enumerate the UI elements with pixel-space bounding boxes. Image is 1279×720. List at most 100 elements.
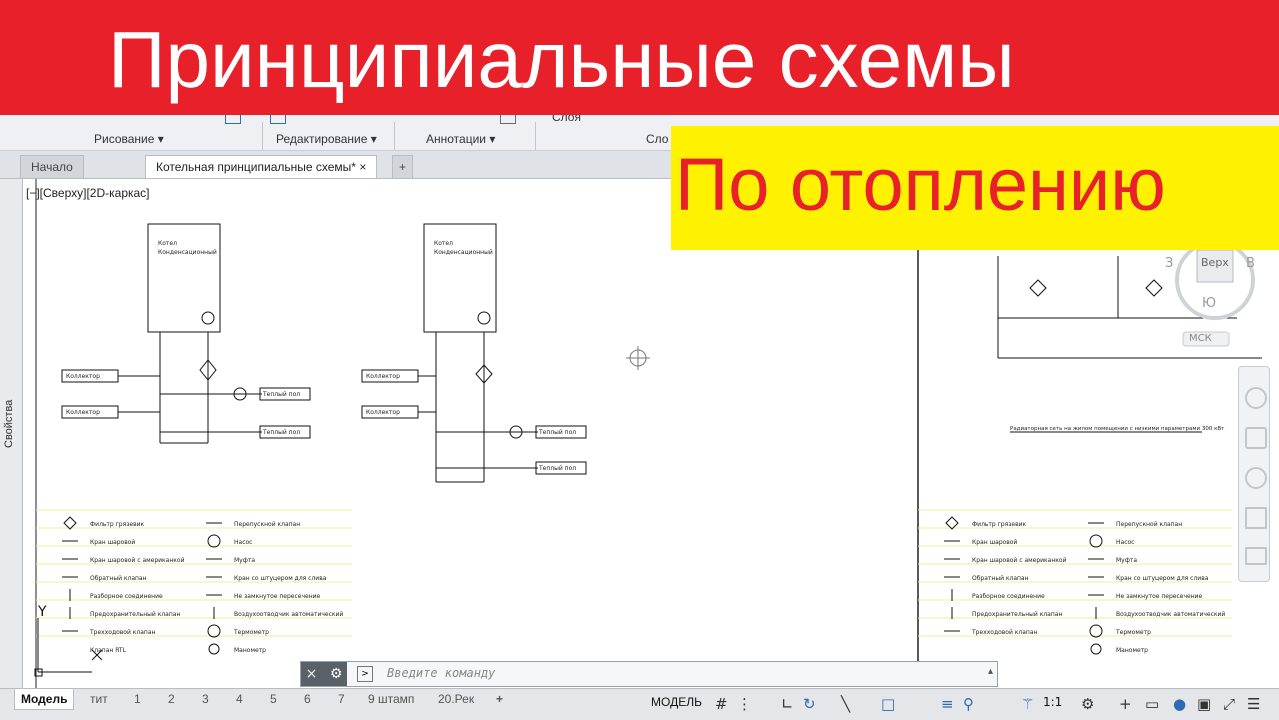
- viewcube-top[interactable]: Верх: [1201, 256, 1229, 269]
- close-icon[interactable]: ×: [359, 160, 366, 174]
- zoom-icon[interactable]: [1245, 467, 1267, 489]
- title-banner: Принципиальные схемы: [0, 0, 1279, 115]
- tab-layout[interactable]: 2: [162, 689, 181, 709]
- legend-item: Муфта: [234, 557, 255, 564]
- grid-icon[interactable]: #: [715, 695, 728, 713]
- viewcube-south[interactable]: Ю: [1202, 296, 1216, 311]
- fullscreen-icon[interactable]: ⤢: [1223, 695, 1235, 713]
- panel-annotation-label: Аннотации: [426, 132, 486, 146]
- viewcube-east[interactable]: В: [1246, 256, 1255, 271]
- tab-layout[interactable]: 9 штамп: [362, 689, 420, 709]
- showmotion-icon[interactable]: [1245, 547, 1267, 565]
- tab-active-drawing[interactable]: Котельная принципиальные схемы* ×: [145, 155, 378, 178]
- viewcube-west[interactable]: З: [1165, 256, 1173, 271]
- floor-label-3: Теплый пол: [538, 429, 576, 436]
- close-icon[interactable]: ×: [306, 666, 318, 682]
- legend-item: Клапан RTL: [90, 647, 127, 654]
- dynamic-ucs-icon[interactable]: ⚲: [963, 695, 974, 713]
- legend-item: Предохранительный клапан: [90, 611, 180, 618]
- boiler-label-b2: Конденсационный: [434, 249, 493, 256]
- legend-item: Кран со штуцером для слива: [1116, 575, 1209, 582]
- tab-layout[interactable]: 3: [196, 689, 215, 709]
- viewcube[interactable]: Верх В Ю З МСК: [1165, 240, 1265, 350]
- panel-draw[interactable]: Рисование ▾: [94, 132, 164, 146]
- legend-item: Термометр: [1115, 629, 1151, 636]
- navigation-bar[interactable]: [1238, 366, 1270, 582]
- legend-left: [62, 516, 222, 661]
- panel-draw-label: Рисование: [94, 132, 155, 146]
- customize-icon[interactable]: ☰: [1247, 695, 1260, 713]
- boiler-label-b: Котел: [434, 240, 453, 247]
- scale-selector[interactable]: 1:1: [1043, 695, 1062, 709]
- legend-item: Не замкнутое пересечение: [234, 593, 321, 600]
- gear-icon[interactable]: ⚙: [1081, 695, 1094, 713]
- panel-divider: [394, 122, 395, 150]
- tab-layout[interactable]: 4: [230, 689, 249, 709]
- plus-icon[interactable]: +: [1119, 695, 1132, 713]
- floor-label-4: Теплый пол: [538, 465, 576, 472]
- panel-layers[interactable]: Сло: [646, 132, 668, 146]
- command-prompt-icon[interactable]: >: [357, 666, 373, 682]
- subtitle-banner: По отоплению: [671, 126, 1279, 250]
- manifold-label-4: Коллектор: [366, 409, 400, 416]
- manifold-label-3: Коллектор: [366, 373, 400, 380]
- drawing-area[interactable]: Котел Конденсационный Коллектор Коллекто…: [22, 178, 1279, 688]
- legend-item: Кран со штуцером для слива: [234, 575, 327, 582]
- legend-item: Муфта: [1116, 557, 1137, 564]
- snap-icon[interactable]: ⋮: [737, 695, 752, 713]
- legend-item: Насос: [1116, 539, 1134, 546]
- floor-label-1: Теплый пол: [262, 391, 300, 398]
- properties-palette[interactable]: Свойства: [0, 178, 23, 688]
- steering-wheel-icon[interactable]: [1245, 387, 1267, 409]
- tab-start[interactable]: Начало: [20, 155, 84, 178]
- tab-layout[interactable]: тит: [84, 689, 114, 709]
- tab-layout[interactable]: 7: [332, 689, 351, 709]
- lineweight-icon[interactable]: ≡: [941, 695, 954, 713]
- add-layout-button[interactable]: +: [490, 689, 509, 709]
- hardware-icon[interactable]: ▣: [1197, 695, 1211, 713]
- wrench-icon[interactable]: ⚙: [330, 666, 343, 682]
- tab-layout[interactable]: 20.Рек: [432, 689, 480, 709]
- tab-layout[interactable]: 1: [128, 689, 147, 709]
- ortho-icon[interactable]: ∟: [781, 695, 794, 713]
- new-tab-button[interactable]: +: [392, 155, 414, 178]
- viewport-controls[interactable]: [−][Сверху][2D-каркас]: [26, 186, 150, 200]
- properties-label: Свойства: [3, 399, 15, 448]
- annotation-scale-icon[interactable]: ⚚: [1021, 695, 1034, 713]
- drawing-svg: Котел Конденсационный Коллектор Коллекто…: [34, 178, 1262, 688]
- panel-annotation[interactable]: Аннотации ▾: [426, 132, 495, 146]
- legend-item: Кран шаровой: [90, 539, 135, 546]
- legend-item: Кран шаровой: [972, 539, 1017, 546]
- isodraft-icon[interactable]: ╲: [841, 695, 850, 713]
- command-input[interactable]: Введите команду: [387, 666, 495, 680]
- panel-modify[interactable]: Редактирование ▾: [276, 132, 377, 146]
- tab-model[interactable]: Модель: [14, 689, 75, 710]
- monitor-icon[interactable]: ▭: [1145, 695, 1159, 713]
- legend-item: Перепускной клапан: [234, 521, 300, 528]
- chevron-up-icon[interactable]: ▴: [988, 666, 993, 677]
- isolate-icon[interactable]: ●: [1173, 695, 1186, 713]
- legend-item: Воздухоотводчик автоматический: [1116, 611, 1225, 618]
- legend-item: Фильтр грязевик: [90, 521, 145, 528]
- legend-item: Воздухоотводчик автоматический: [234, 611, 343, 618]
- command-line[interactable]: × ⚙ > Введите команду ▴: [300, 661, 998, 687]
- wcs-menu[interactable]: МСК: [1189, 333, 1212, 344]
- scheme-2: Котел Конденсационный Коллектор Коллекто…: [361, 223, 587, 483]
- banner-subtitle: По отоплению: [675, 143, 1166, 226]
- model-space-toggle[interactable]: МОДЕЛЬ: [651, 695, 702, 709]
- legend-item: Манометр: [234, 647, 266, 654]
- legend-right-labels: Фильтр грязевик Кран шаровой Кран шарово…: [971, 521, 1225, 654]
- polar-icon[interactable]: ↻: [803, 695, 816, 713]
- orbit-icon[interactable]: [1245, 507, 1267, 529]
- legend-item: Кран шаровой с американкой: [90, 557, 185, 564]
- banner-title: Принципиальные схемы: [108, 15, 1015, 104]
- legend-item: Обратный клапан: [972, 575, 1029, 582]
- tab-layout[interactable]: 6: [298, 689, 317, 709]
- manifold-label-1: Коллектор: [66, 373, 100, 380]
- legend-item: Трехходовой клапан: [971, 629, 1038, 636]
- legend-item: Термометр: [233, 629, 269, 636]
- legend-item: Насос: [234, 539, 252, 546]
- osnap-icon[interactable]: □: [881, 695, 895, 713]
- tab-layout[interactable]: 5: [264, 689, 283, 709]
- pan-icon[interactable]: [1245, 427, 1267, 449]
